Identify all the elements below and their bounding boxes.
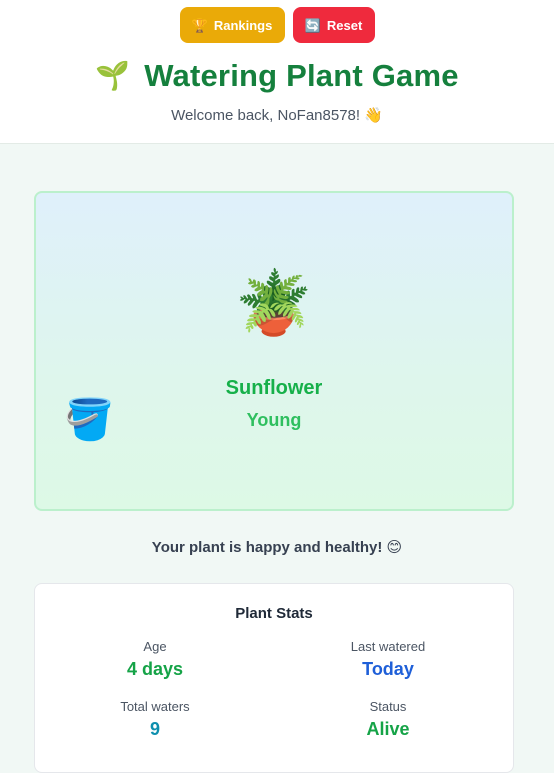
plant-status-message: Your plant is happy and healthy! 😊 <box>151 539 403 556</box>
rankings-button[interactable]: 🏆 Rankings <box>179 7 285 43</box>
stat-age-label: Age <box>143 639 167 654</box>
page-title: Watering Plant Game <box>144 58 459 93</box>
stat-last-watered-label: Last watered <box>350 639 426 654</box>
page-title-row: 🌱 Watering Plant Game <box>0 58 554 94</box>
water-bucket-icon[interactable]: 🪣 <box>64 400 114 440</box>
welcome-message: Welcome back, NoFan8578! 👋 <box>171 107 383 124</box>
seedling-icon: 🌱 <box>95 60 131 91</box>
plant-name: Sunflower <box>225 377 323 399</box>
reset-button-label: Reset <box>326 17 363 33</box>
stat-status: Status Alive <box>268 699 508 740</box>
stat-status-label: Status <box>369 699 407 714</box>
potted-plant-icon: 🪴 <box>235 269 313 338</box>
trophy-icon: 🏆 <box>191 17 208 33</box>
rankings-button-label: Rankings <box>213 17 273 33</box>
stat-age-value: 4 days <box>126 659 184 679</box>
header-actions: 🏆 Rankings 🔄 Reset <box>0 7 554 43</box>
app-header: 🏆 Rankings 🔄 Reset 🌱 Watering Plant Game… <box>0 0 554 144</box>
stat-total-waters-value: 9 <box>149 719 160 739</box>
refresh-icon: 🔄 <box>304 17 321 33</box>
plant-scene: 🪴 Sunflower Young 🪣 <box>34 191 514 511</box>
stat-total-waters: Total waters 9 <box>35 699 275 740</box>
stat-last-watered: Last watered Today <box>268 639 508 680</box>
stat-last-watered-value: Today <box>362 659 414 679</box>
plant-stats-card: Plant Stats Age 4 days Last watered Toda… <box>34 583 514 773</box>
stat-total-waters-label: Total waters <box>120 699 190 714</box>
stat-age: Age 4 days <box>35 639 275 680</box>
reset-button[interactable]: 🔄 Reset <box>292 7 375 43</box>
plant-stats-title: Plant Stats <box>235 605 313 622</box>
stat-status-value: Alive <box>366 719 410 739</box>
